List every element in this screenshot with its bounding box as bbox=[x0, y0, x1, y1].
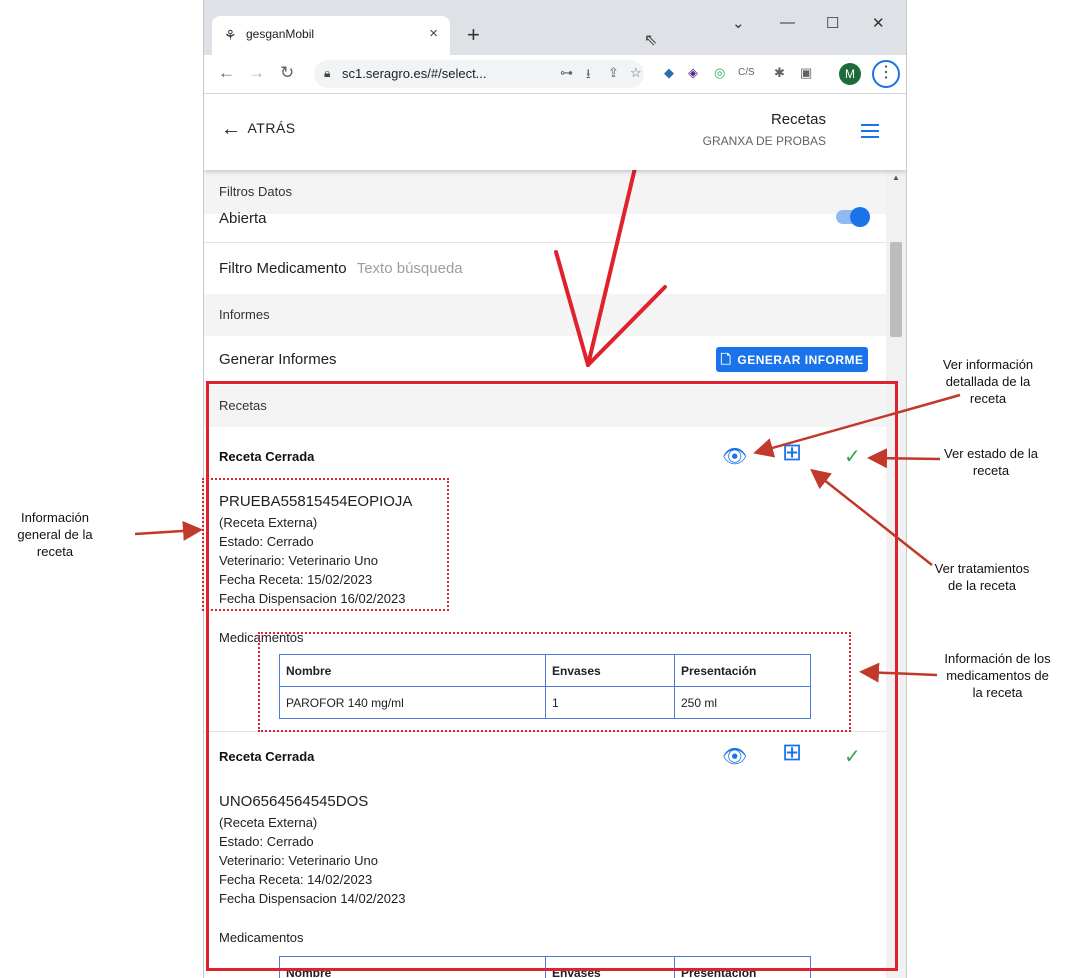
back-button[interactable]: ← ATRÁS bbox=[221, 118, 296, 141]
app-header: ← ATRÁS Recetas GRANXA DE PROBAS bbox=[204, 94, 906, 170]
detail-annotation: Ver información detallada de la receta bbox=[942, 357, 1034, 406]
treatments-arrow bbox=[810, 468, 933, 566]
general-arrow bbox=[134, 520, 203, 541]
general-annotation: Información general de la receta bbox=[17, 510, 93, 559]
medications-annotation: Información de los medicamentos de la rece… bbox=[944, 651, 1051, 700]
state-annotation: Ver estado de la receta bbox=[944, 446, 1038, 478]
farm-name: GRANXA DE PROBAS bbox=[702, 134, 826, 148]
page-title: Recetas bbox=[770, 111, 826, 128]
hamburger-menu-icon[interactable] bbox=[861, 124, 879, 142]
treatments-annotation: Ver tratamientos de la receta bbox=[934, 561, 1030, 593]
state-arrow bbox=[867, 448, 941, 469]
medications-arrow bbox=[859, 662, 938, 683]
back-label: ATRÁS bbox=[247, 120, 296, 136]
back-arrow-icon: ← bbox=[221, 118, 242, 140]
